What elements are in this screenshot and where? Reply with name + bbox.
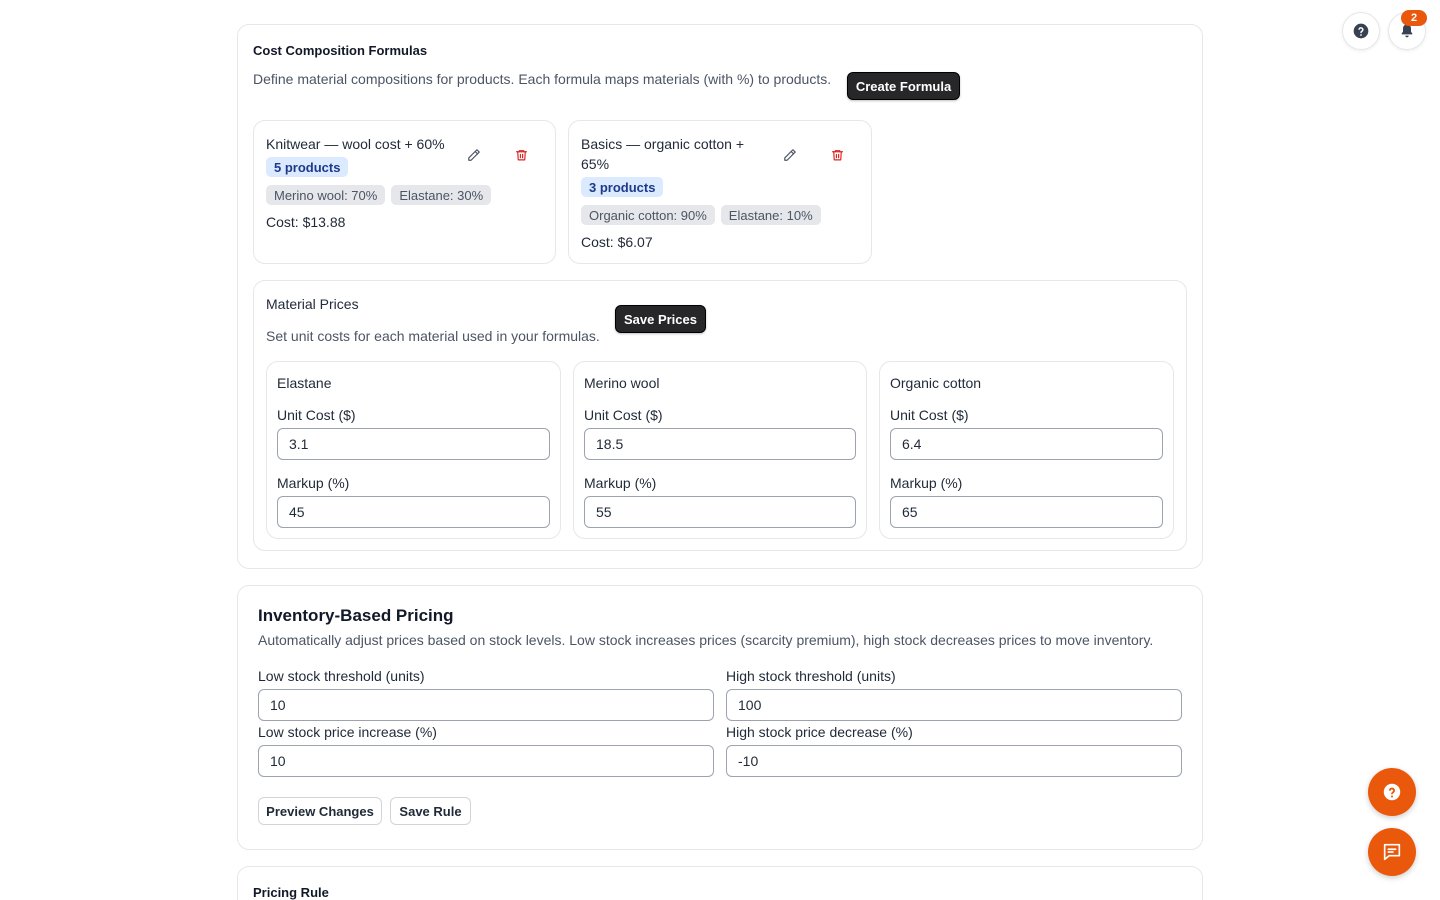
formula-materials: Merino wool: 70% Elastane: 30% xyxy=(266,185,497,205)
inventory-pricing-description: Automatically adjust prices based on sto… xyxy=(258,632,1154,648)
material-prices-title: Material Prices xyxy=(266,296,359,312)
material-name: Organic cotton xyxy=(890,375,982,391)
material-chip: Elastane: 30% xyxy=(391,185,492,205)
unit-cost-label: Unit Cost ($) xyxy=(890,407,969,423)
chat-icon xyxy=(1383,843,1401,861)
unit-cost-label: Unit Cost ($) xyxy=(277,407,356,423)
high-threshold-input[interactable] xyxy=(726,689,1182,721)
material-name: Merino wool xyxy=(584,375,660,391)
markup-input[interactable] xyxy=(584,496,856,528)
unit-cost-input[interactable] xyxy=(584,428,856,460)
trash-icon xyxy=(831,150,843,161)
edit-formula-button[interactable] xyxy=(778,143,802,167)
unit-cost-input[interactable] xyxy=(890,428,1163,460)
high-decrease-input[interactable] xyxy=(726,745,1182,777)
material-chip: Merino wool: 70% xyxy=(266,185,386,205)
chat-fab[interactable] xyxy=(1368,828,1416,876)
material-name: Elastane xyxy=(277,375,332,391)
high-decrease-label: High stock price decrease (%) xyxy=(726,724,913,740)
notification-count-badge: 2 xyxy=(1401,10,1427,26)
cost-formulas-title: Cost Composition Formulas xyxy=(253,43,428,58)
question-icon xyxy=(1383,783,1401,801)
unit-cost-label: Unit Cost ($) xyxy=(584,407,663,423)
formula-name-line1: Basics — organic cotton + xyxy=(581,136,745,152)
markup-input[interactable] xyxy=(277,496,550,528)
save-rule-button[interactable]: Save Rule xyxy=(390,797,471,825)
formula-product-count: 3 products xyxy=(581,177,664,197)
trash-icon xyxy=(515,150,527,161)
help-button[interactable] xyxy=(1342,12,1380,50)
low-threshold-label: Low stock threshold (units) xyxy=(258,668,425,684)
formula-name-line2: 65% xyxy=(581,156,610,172)
pricing-rule-card xyxy=(237,866,1203,900)
low-increase-input[interactable] xyxy=(258,745,714,777)
pencil-icon xyxy=(468,149,480,161)
formula-cost: Cost: $13.88 xyxy=(266,214,346,230)
delete-formula-button[interactable] xyxy=(825,143,849,167)
markup-label: Markup (%) xyxy=(890,475,963,491)
create-formula-button[interactable]: Create Formula xyxy=(847,72,960,100)
pencil-icon xyxy=(784,149,796,161)
material-chip: Elastane: 10% xyxy=(720,205,821,225)
unit-cost-input[interactable] xyxy=(277,428,550,460)
low-threshold-input[interactable] xyxy=(258,689,714,721)
inventory-pricing-title: Inventory-Based Pricing xyxy=(258,606,454,625)
high-threshold-label: High stock threshold (units) xyxy=(726,668,896,684)
low-increase-label: Low stock price increase (%) xyxy=(258,724,437,740)
formula-product-count: 5 products xyxy=(266,157,349,177)
question-icon xyxy=(1353,23,1369,39)
pricing-rule-title: Pricing Rule xyxy=(253,885,329,900)
delete-formula-button[interactable] xyxy=(509,143,533,167)
material-prices-description: Set unit costs for each material used in… xyxy=(266,328,600,344)
product-count-badge: 3 products xyxy=(581,177,664,197)
formula-name: Knitwear — wool cost + 60% xyxy=(266,136,445,152)
save-prices-button[interactable]: Save Prices xyxy=(615,305,706,333)
product-count-badge: 5 products xyxy=(266,157,349,177)
markup-label: Markup (%) xyxy=(584,475,657,491)
cost-formulas-description: Define material compositions for product… xyxy=(253,71,832,87)
edit-formula-button[interactable] xyxy=(462,143,486,167)
material-chip: Organic cotton: 90% xyxy=(581,205,715,225)
help-fab[interactable] xyxy=(1368,768,1416,816)
markup-input[interactable] xyxy=(890,496,1163,528)
formula-cost: Cost: $6.07 xyxy=(581,234,653,250)
formula-materials: Organic cotton: 90% Elastane: 10% xyxy=(581,205,827,225)
preview-changes-button[interactable]: Preview Changes xyxy=(258,797,382,825)
markup-label: Markup (%) xyxy=(277,475,350,491)
